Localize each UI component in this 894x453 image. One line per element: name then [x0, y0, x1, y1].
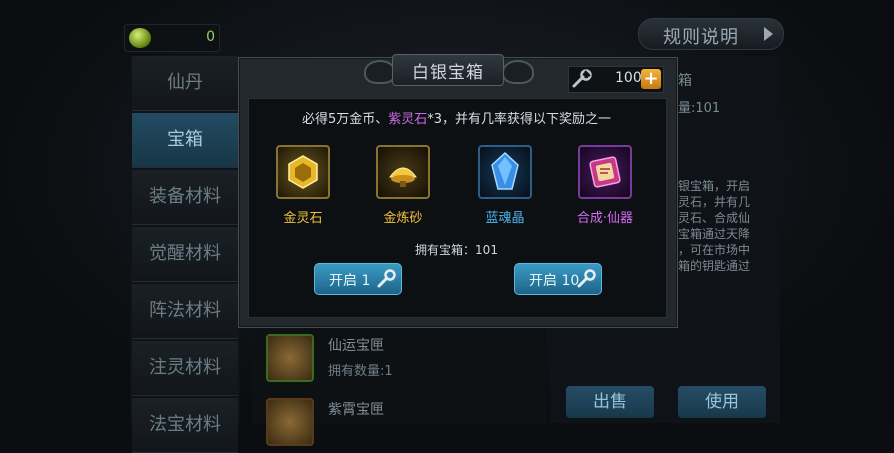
category-label: 装备材料 [149, 186, 221, 207]
reward-gold-refining-sand[interactable] [376, 145, 430, 199]
desc-suffix: *3，并有几率获得以下奖励之一 [427, 112, 612, 127]
wrench-key-icon [377, 269, 396, 288]
gold-spirit-stone-icon [288, 155, 318, 189]
desc-prefix: 必得5万金币、 [301, 112, 389, 127]
reward-label: 金炼砂 [383, 211, 423, 226]
category-label: 宝箱 [167, 129, 203, 150]
treasure-chest-icon [266, 398, 314, 446]
category-infuse-materials[interactable]: 注灵材料 [132, 341, 238, 396]
open-1-label: 开启 1 [329, 273, 371, 289]
category-label: 觉醒材料 [149, 243, 221, 264]
blue-soul-crystal-icon [491, 151, 519, 190]
owned-chests: 拥有宝箱：101 [415, 243, 498, 257]
detail-desc-line: 箱的钥匙通过 [678, 259, 751, 273]
rules-button-label: 规则说明 [663, 27, 739, 48]
category-artifact-materials[interactable]: 法宝材料 [132, 398, 238, 453]
reward-gold-spirit-stone[interactable] [276, 145, 330, 199]
detail-count: 量:101 [678, 101, 721, 116]
key-count-display: 100 + [568, 66, 664, 93]
currency-value: 0 [206, 29, 215, 45]
category-xiandan[interactable]: 仙丹 [132, 56, 238, 111]
currency-display: 0 [124, 24, 220, 52]
item-name: 紫霄宝匣 [328, 402, 384, 418]
reward-label: 金灵石 [283, 211, 323, 226]
desc-highlight: 紫灵石 [388, 112, 428, 127]
detail-desc-line: 灵石、合成仙 [678, 211, 751, 225]
sell-button[interactable]: 出售 [566, 386, 654, 418]
open-10-button[interactable]: 开启 10 [514, 263, 602, 295]
detail-desc-line: 银宝箱，开启 [678, 179, 751, 193]
item-name: 仙运宝匣 [328, 338, 384, 354]
reward-blue-soul-crystal[interactable] [478, 145, 532, 199]
open-10-label: 开启 10 [529, 273, 580, 289]
modal-title-frame: 白银宝箱 [362, 52, 534, 90]
category-formation-materials[interactable]: 阵法材料 [132, 284, 238, 339]
detail-desc-line: 宝箱通过天降 [678, 227, 751, 241]
wrench-key-icon [577, 269, 596, 288]
category-label: 注灵材料 [149, 357, 221, 378]
green-gem-icon [129, 28, 151, 48]
category-baoxiang[interactable]: 宝箱 [132, 113, 238, 168]
add-keys-button[interactable]: + [641, 69, 661, 89]
category-sidebar: 仙丹 宝箱 装备材料 觉醒材料 阵法材料 注灵材料 法宝材料 [130, 56, 240, 453]
wrench-key-icon [572, 69, 592, 88]
reward-label: 合成·仙器 [576, 211, 634, 226]
category-label: 阵法材料 [149, 300, 221, 321]
category-label: 仙丹 [167, 72, 203, 93]
detail-title: 箱 [678, 73, 692, 89]
use-button[interactable]: 使用 [678, 386, 766, 418]
modal-title: 白银宝箱 [412, 63, 484, 83]
synthesis-scroll-icon [589, 156, 621, 188]
list-item[interactable]: 仙运宝匣 拥有数量:1 [262, 332, 547, 384]
reward-label: 蓝魂晶 [485, 211, 525, 226]
gold-refining-sand-icon [389, 167, 417, 187]
ornament-icon [502, 60, 534, 84]
detail-desc-line: ，可在市场中 [678, 243, 751, 257]
reward-description: 必得5万金币、紫灵石*3，并有几率获得以下奖励之一 [248, 108, 665, 127]
category-awaken-materials[interactable]: 觉醒材料 [132, 227, 238, 282]
reward-synthesis-artifact[interactable] [578, 145, 632, 199]
key-count: 100 [615, 70, 642, 86]
play-arrow-icon [764, 27, 773, 41]
rules-button[interactable]: 规则说明 [638, 18, 784, 50]
open-1-button[interactable]: 开启 1 [314, 263, 402, 295]
category-equip-materials[interactable]: 装备材料 [132, 170, 238, 225]
list-item[interactable]: 紫霄宝匣 [262, 396, 547, 448]
category-label: 法宝材料 [149, 414, 221, 435]
treasure-chest-icon [266, 334, 314, 382]
detail-desc-line: 灵石，并有几 [678, 195, 751, 209]
item-count: 拥有数量:1 [328, 364, 393, 379]
